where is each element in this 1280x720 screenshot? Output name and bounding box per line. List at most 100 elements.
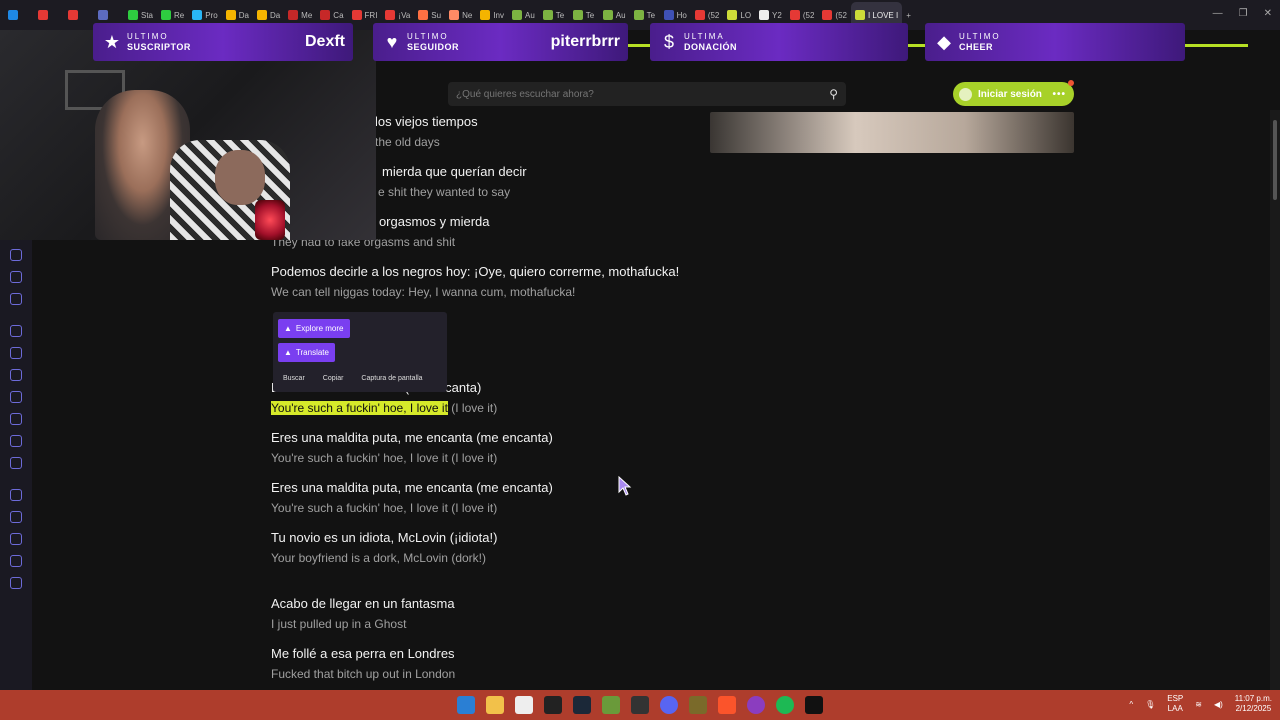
search-icon[interactable]: ⚲: [829, 87, 838, 101]
clock[interactable]: 11:07 p.m. 2/12/2025: [1235, 694, 1272, 714]
alert-name: Dexft: [304, 33, 345, 50]
tab-favicon-icon: [480, 10, 491, 20]
alert-small: ULTIMA: [684, 32, 725, 41]
settings-icon[interactable]: [10, 577, 22, 589]
tab-favicon-icon: [449, 10, 460, 20]
tab-favicon-icon: [854, 10, 865, 20]
music-icon[interactable]: [10, 489, 22, 501]
translate-button[interactable]: ▲ Translate: [278, 343, 335, 362]
alert-small: ULTIMO: [127, 32, 169, 41]
tab-favicon-icon: [542, 10, 553, 20]
window-controls: — ❐ ✕: [1213, 8, 1272, 19]
tab-favicon-icon: [351, 10, 362, 20]
discord-icon[interactable]: [10, 457, 22, 469]
tiktok-taskbar-icon[interactable]: [805, 696, 823, 714]
selection-popup: ▲ Explore more ▲ Translate Buscar Copiar…: [273, 312, 447, 392]
tab-favicon-icon: [192, 10, 203, 20]
messenger-icon[interactable]: [10, 347, 22, 359]
tab-favicon-icon: [128, 10, 138, 20]
lyric-english: e shit they wanted to say: [378, 185, 511, 199]
last-donation-alert: $ ULTIMA DONACIÓN: [650, 23, 908, 61]
lyric-spanish: Eres una maldita puta, me encanta (me en…: [271, 430, 553, 445]
alert-title: CHEER: [959, 42, 994, 52]
scrollbar-thumb[interactable]: [1273, 120, 1277, 200]
sidebar-app-icon[interactable]: [10, 293, 22, 305]
tab-label: Ne: [462, 10, 473, 20]
wifi-icon[interactable]: ≋: [1195, 700, 1202, 709]
page-scrollbar[interactable]: [1270, 110, 1280, 690]
lyric-line: Eres una maldita puta, me encanta (me en…: [271, 430, 553, 465]
windows-start-icon[interactable]: [457, 696, 475, 714]
discord-taskbar-icon[interactable]: [660, 696, 678, 714]
search-input[interactable]: [456, 88, 796, 100]
tab-favicon-icon: [663, 10, 674, 20]
webcam-overlay: [0, 30, 376, 240]
sidebar-app-icon[interactable]: [10, 249, 22, 261]
minimize-icon[interactable]: —: [1213, 8, 1223, 19]
ai-logo-icon: ▲: [284, 348, 292, 357]
video-thumbnail[interactable]: [710, 112, 1074, 153]
lyric-spanish: Podemos decirle a los negros hoy: ¡Oye, …: [271, 264, 680, 279]
tab-favicon-icon: [385, 10, 396, 20]
tab-label: LO: [740, 10, 752, 20]
chevron-up-icon[interactable]: ^: [1129, 700, 1133, 709]
obs-icon[interactable]: [631, 696, 649, 714]
lyric-english: I just pulled up in a Ghost: [271, 617, 407, 631]
brave-icon[interactable]: [718, 696, 736, 714]
tab-label: Me: [301, 10, 313, 20]
explore-more-button[interactable]: ▲ Explore more: [278, 319, 350, 338]
browser-tab[interactable]: [34, 2, 64, 28]
spotify-icon[interactable]: [776, 696, 794, 714]
minecraft-icon[interactable]: [602, 696, 620, 714]
login-button[interactable]: Iniciar sesión •••: [953, 80, 1074, 106]
app-icon[interactable]: [689, 696, 707, 714]
explore-more-label: Explore more: [295, 324, 344, 333]
restore-icon[interactable]: ❐: [1239, 8, 1248, 19]
volume-icon[interactable]: ◀): [1214, 700, 1223, 709]
lyric-spanish: los viejos tiempos: [375, 114, 478, 129]
epic-games-icon[interactable]: [544, 696, 562, 714]
tab-favicon-icon: [789, 10, 800, 20]
file-explorer-icon[interactable]: [486, 696, 504, 714]
tiktok-icon[interactable]: [10, 413, 22, 425]
clock-icon[interactable]: [10, 533, 22, 545]
last-follower-alert: ♥ ULTIMO SEGUIDOR piterrbrrr: [373, 23, 628, 61]
windows-taskbar: ^ 🎙 ESP LAA ≋ ◀) 11:07 p.m. 2/12/2025: [0, 690, 1280, 720]
search-bar[interactable]: ⚲: [448, 82, 846, 106]
sidebar-app-icon[interactable]: [10, 271, 22, 283]
tab-label: Te: [585, 10, 595, 20]
send-icon[interactable]: [10, 511, 22, 523]
steam-icon[interactable]: [573, 696, 591, 714]
lyric-line: mierda que querían decir e shit they wan…: [378, 164, 527, 199]
lyric-line: Acabo de llegar en un fantasma I just pu…: [271, 596, 455, 631]
instagram-icon[interactable]: [10, 391, 22, 403]
tab-favicon-icon: [98, 10, 108, 20]
more-options-icon[interactable]: •••: [1052, 89, 1066, 100]
browser-tab[interactable]: [4, 2, 34, 28]
alert-label: ULTIMO CHEER: [959, 32, 1001, 52]
lyric-spanish: Eres una maldita puta, me encanta (me en…: [271, 480, 553, 495]
alert-small: ULTIMO: [407, 32, 449, 41]
diamond-icon: ◆: [937, 32, 951, 52]
highlighted-selection[interactable]: You're such a fuckin' hoe, I love it: [271, 401, 448, 415]
microphone-tray-icon[interactable]: 🎙: [1145, 700, 1155, 709]
tab-label: Inv: [493, 10, 504, 20]
language-indicator[interactable]: ESP LAA: [1167, 694, 1183, 714]
search-menu-item[interactable]: Buscar: [283, 375, 305, 382]
close-icon[interactable]: ✕: [1264, 8, 1272, 19]
opera-gx-icon[interactable]: [747, 696, 765, 714]
screenshot-menu-item[interactable]: Captura de pantalla: [361, 375, 422, 382]
whatsapp-icon[interactable]: [10, 369, 22, 381]
tab-label: Ca: [333, 10, 344, 20]
lyric-spanish: r orgasmos y mierda: [371, 214, 490, 229]
copy-menu-item[interactable]: Copiar: [323, 375, 344, 382]
store-icon[interactable]: [515, 696, 533, 714]
twitch-icon[interactable]: [10, 325, 22, 337]
lyric-spanish: Me follé a esa perra en Londres: [271, 646, 455, 661]
chat-icon[interactable]: [10, 555, 22, 567]
x-icon[interactable]: [10, 435, 22, 447]
login-label: Iniciar sesión: [978, 88, 1042, 100]
tab-label: Pro: [205, 10, 218, 20]
alert-name: piterrbrrr: [550, 33, 620, 50]
tab-favicon-icon: [694, 10, 705, 20]
